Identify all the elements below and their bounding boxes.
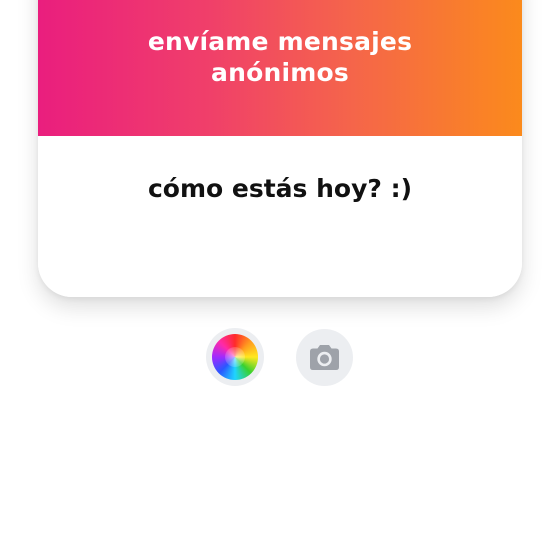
card-title: envíame mensajes anónimos [38,26,522,88]
camera-button[interactable] [296,329,353,386]
card-header: envíame mensajes anónimos [38,0,522,136]
color-wheel-center [225,347,245,367]
app-screen: envíame mensajes anónimos cómo estás hoy… [0,0,560,560]
color-wheel-icon [212,334,258,380]
card-body[interactable]: cómo estás hoy? :) [38,136,522,297]
camera-icon [310,345,339,370]
color-picker-button[interactable] [206,328,264,386]
message-card: envíame mensajes anónimos cómo estás hoy… [38,0,522,297]
question-text: cómo estás hoy? :) [147,174,413,203]
card-title-line-1: envíame mensajes [147,27,413,56]
card-title-line-2: anónimos [211,58,349,87]
